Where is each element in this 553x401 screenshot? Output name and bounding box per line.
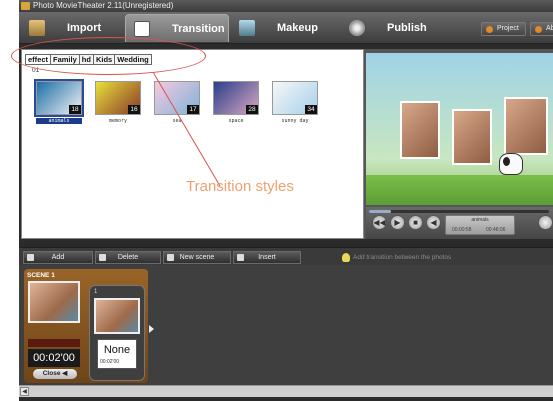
- annotation-label: Transition styles: [186, 178, 294, 195]
- annotation-arrow: [152, 71, 221, 187]
- annotation-line: [152, 71, 221, 187]
